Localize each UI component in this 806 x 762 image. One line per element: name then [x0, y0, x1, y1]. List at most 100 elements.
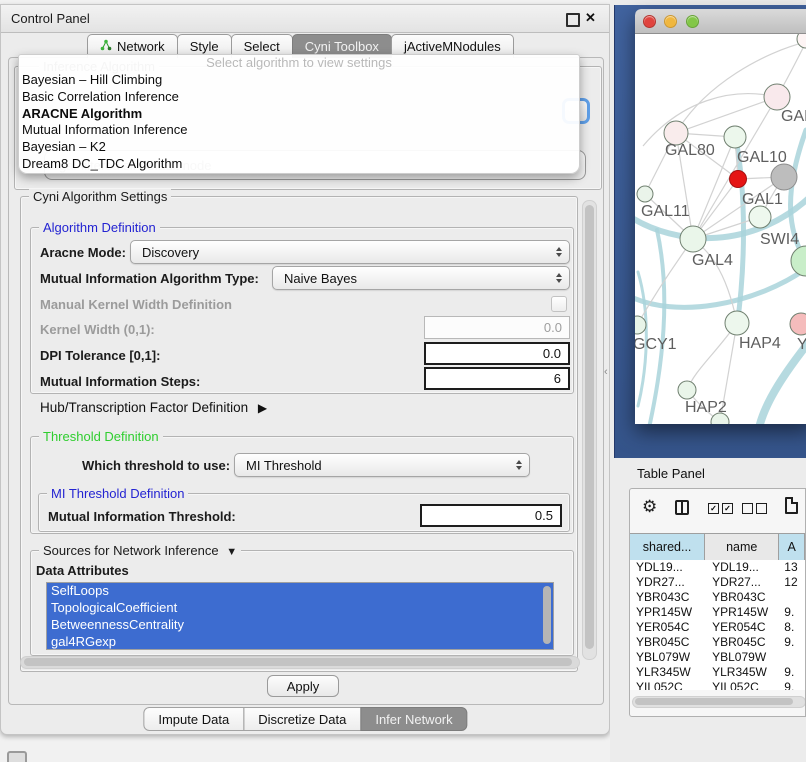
attributes-list-scrollbar[interactable]	[543, 586, 551, 644]
network-node-label: GAL1	[742, 191, 783, 208]
table-cell: 9.	[779, 680, 805, 690]
table-cell: YBL079W	[630, 650, 705, 665]
algorithm-option[interactable]: Bayesian – Hill Climbing	[19, 72, 579, 89]
network-canvas[interactable]: GALGAL80GAL10GAL1GAL11SWI4GAL4GCY1HAP4YH…	[635, 34, 806, 424]
settings-vscrollbar-track[interactable]	[582, 200, 597, 660]
table-rows: YDL19...YDL19...13YDR27...YDR27...12YBR0…	[630, 560, 805, 690]
table-cell: 9.	[779, 665, 805, 680]
data-attribute-item[interactable]: SelfLoops	[47, 583, 553, 600]
data-attribute-item[interactable]: BetweennessCentrality	[47, 617, 553, 634]
settings-hscrollbar-track[interactable]	[20, 656, 580, 669]
data-attribute-item[interactable]: gal4RGexp	[47, 634, 553, 650]
table-cell: YLR345W	[705, 665, 779, 680]
tab-label: Network	[117, 39, 165, 54]
network-node[interactable]	[680, 226, 706, 252]
apply-button[interactable]: Apply	[267, 675, 339, 697]
minimized-panel-button[interactable]	[7, 751, 27, 762]
data-attributes-list[interactable]: SelfLoopsTopologicalCoefficientBetweenne…	[46, 582, 554, 650]
table-cell: YBL079W	[705, 650, 779, 665]
network-node[interactable]	[790, 313, 806, 335]
table-row[interactable]: YER054CYER054C8.	[630, 620, 805, 635]
mi-threshold-label: Mutual Information Threshold:	[48, 509, 236, 524]
network-graph: GALGAL80GAL10GAL1GAL11SWI4GAL4GCY1HAP4YH…	[635, 34, 806, 424]
control-panel-titlebar: Control Panel ✕	[1, 5, 609, 33]
table-cell: YDL19...	[630, 560, 705, 575]
network-node[interactable]	[678, 381, 696, 399]
table-row[interactable]: YPR145WYPR145W9.	[630, 605, 805, 620]
collapsed-arrow-icon: ▶	[258, 401, 267, 415]
algorithm-option[interactable]: ARACNE Algorithm	[19, 106, 579, 123]
data-attribute-item[interactable]: TopologicalCoefficient	[47, 600, 553, 617]
table-cell: YER054C	[630, 620, 705, 635]
table-panel-body: ⚙ ✓ ✓ shared...nameA YDL19...YDL19...13Y…	[629, 488, 806, 717]
network-node-label: SWI4	[760, 231, 799, 248]
table-row[interactable]: YBR045CYBR045C9.	[630, 635, 805, 650]
table-cell: YIL052C	[630, 680, 705, 690]
network-edge	[676, 97, 777, 133]
hub-definition-label: Hub/Transcription Factor Definition	[40, 400, 248, 415]
deselect-all-columns-icon[interactable]	[742, 503, 767, 514]
hub-definition-toggle[interactable]: Hub/Transcription Factor Definition ▶	[40, 400, 267, 415]
table-hscrollbar-thumb[interactable]	[635, 698, 793, 705]
table-row[interactable]: YBL079WYBL079W	[630, 650, 805, 665]
algorithm-option[interactable]: Bayesian – K2	[19, 139, 579, 156]
apply-button-label: Apply	[287, 679, 320, 694]
network-node-label: GAL80	[665, 142, 715, 159]
network-node-label: GAL	[781, 108, 806, 125]
table-cell	[779, 650, 805, 665]
column-selector-icon[interactable]	[675, 500, 689, 515]
which-threshold-select[interactable]: MI Threshold	[234, 453, 530, 477]
mi-threshold-definition-title: MI Threshold Definition	[47, 486, 188, 501]
table-row[interactable]: YLR345WYLR345W9.	[630, 665, 805, 680]
table-cell: YPR145W	[630, 605, 705, 620]
close-icon[interactable]: ✕	[585, 10, 596, 26]
network-node-label: GAL10	[737, 149, 787, 166]
table-settings-gear-icon[interactable]: ⚙	[642, 497, 657, 517]
window-minimize-button[interactable]	[664, 15, 677, 28]
tab-label: jActiveMNodules	[404, 39, 501, 54]
data-attributes-label: Data Attributes	[36, 563, 129, 578]
algorithm-option[interactable]: Dream8 DC_TDC Algorithm	[19, 156, 579, 173]
column-header-2[interactable]: name	[705, 534, 779, 560]
table-cell: 9.	[779, 635, 805, 650]
split-divider-collapse-arrow[interactable]: ‹	[604, 366, 608, 378]
network-node[interactable]	[725, 311, 749, 335]
export-table-icon[interactable]	[785, 497, 798, 514]
network-node[interactable]	[771, 164, 797, 190]
table-row[interactable]: YDL19...YDL19...13	[630, 560, 805, 575]
network-node[interactable]	[764, 84, 790, 110]
table-hscrollbar-track[interactable]	[632, 696, 806, 708]
bottom-tab-discretize-data[interactable]: Discretize Data	[243, 707, 361, 731]
window-close-button[interactable]	[643, 15, 656, 28]
network-node[interactable]	[724, 126, 746, 148]
network-node[interactable]	[730, 171, 747, 188]
table-row[interactable]: YIL052CYIL052C9.	[630, 680, 805, 690]
float-window-icon[interactable]	[566, 13, 580, 27]
settings-hscrollbar-thumb[interactable]	[24, 658, 572, 666]
select-all-columns-icon[interactable]: ✓ ✓	[708, 503, 733, 514]
algorithm-option[interactable]: Basic Correlation Inference	[19, 89, 579, 106]
network-edge	[643, 94, 777, 146]
tab-label: Style	[190, 39, 219, 54]
table-row[interactable]: YDR27...YDR27...12	[630, 575, 805, 590]
algorithm-option[interactable]: Mutual Information Inference	[19, 122, 579, 139]
sources-group-title[interactable]: Sources for Network Inference ▼	[39, 543, 241, 558]
table-row[interactable]: YBR043CYBR043C	[630, 590, 805, 605]
network-node[interactable]	[791, 246, 806, 276]
mi-threshold-input[interactable]: 0.5	[420, 504, 562, 527]
network-node[interactable]	[797, 34, 806, 48]
column-header-3[interactable]: A	[779, 534, 805, 560]
network-node[interactable]	[637, 186, 653, 202]
settings-vscrollbar-thumb[interactable]	[585, 205, 594, 649]
column-header-1[interactable]: shared...	[630, 534, 705, 560]
algorithm-dropdown-placeholder: Select algorithm to view settings	[19, 55, 579, 72]
network-node[interactable]	[749, 206, 771, 228]
sources-title-text: Sources for Network Inference	[43, 543, 219, 558]
bottom-tab-infer-network[interactable]: Infer Network	[360, 707, 467, 731]
bottom-tab-impute-data[interactable]: Impute Data	[143, 707, 244, 731]
table-cell: 13	[779, 560, 805, 575]
expanded-arrow-icon: ▼	[226, 546, 237, 558]
network-view-window[interactable]: GALGAL80GAL10GAL1GAL11SWI4GAL4GCY1HAP4YH…	[635, 9, 806, 424]
window-zoom-button[interactable]	[686, 15, 699, 28]
network-window-titlebar[interactable]	[635, 9, 806, 34]
